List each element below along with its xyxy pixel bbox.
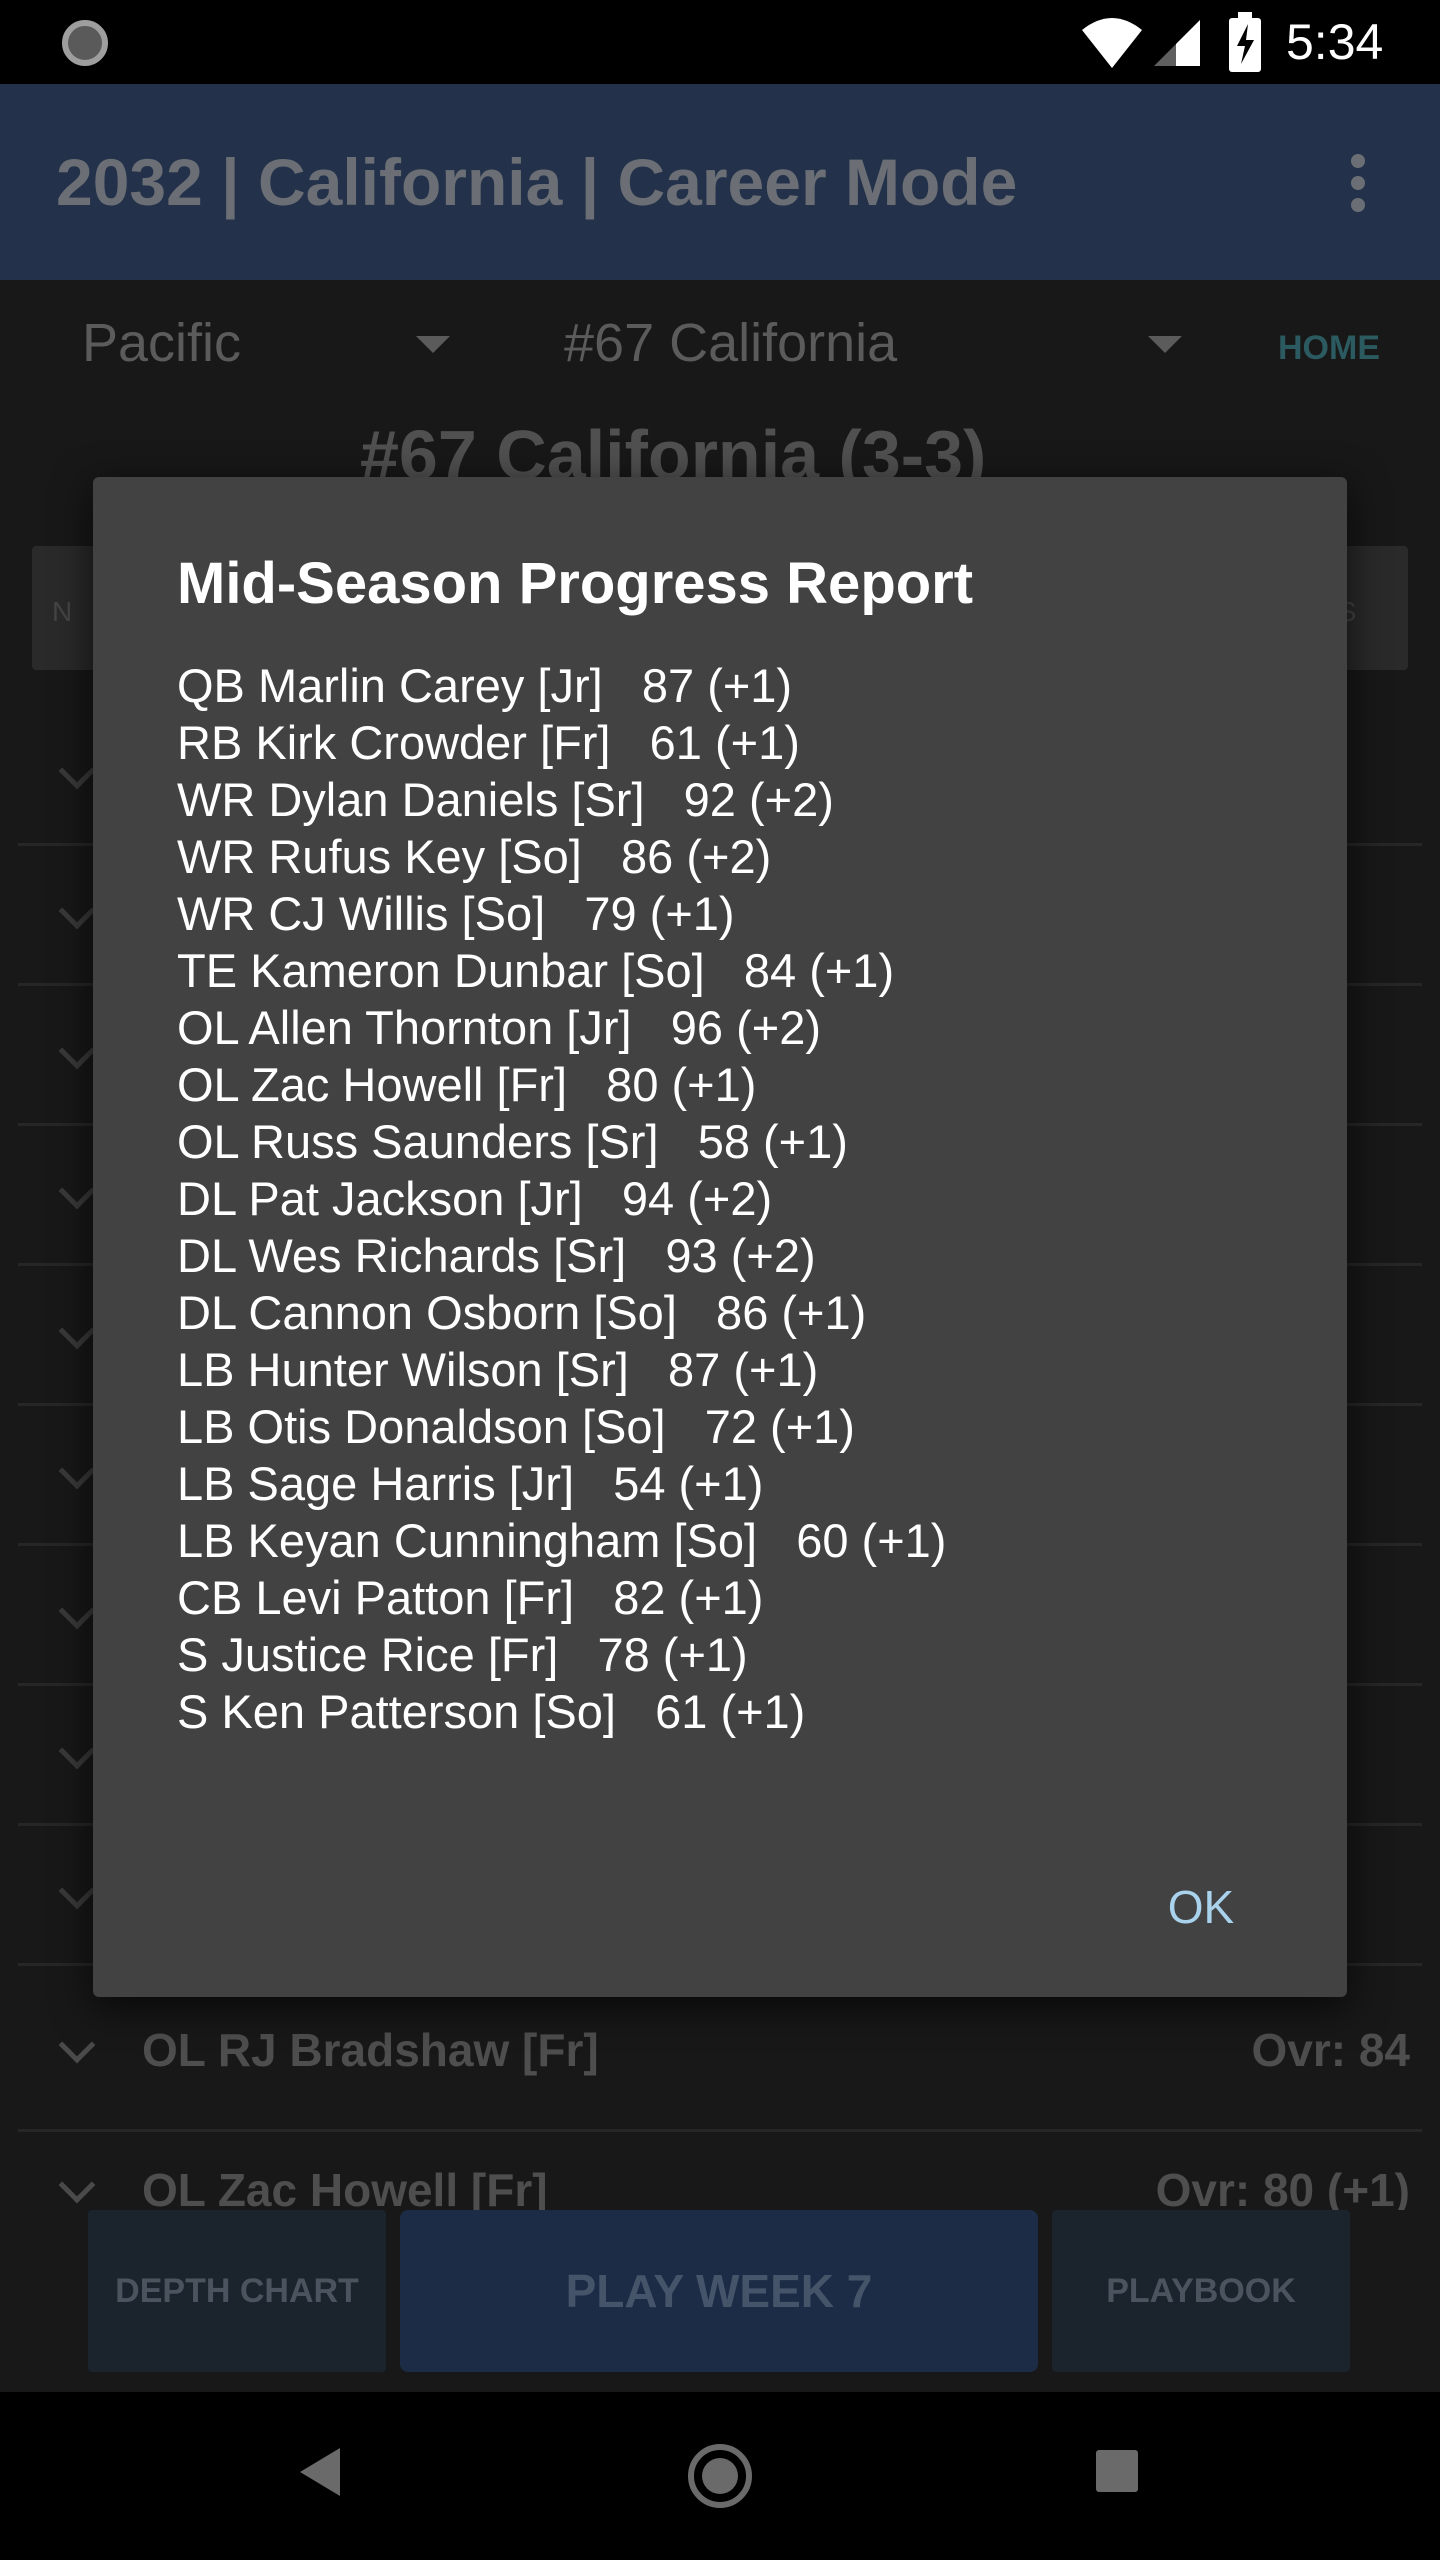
tab-strip-left-fragment: N	[52, 596, 73, 627]
more-vert-icon[interactable]	[1346, 154, 1370, 214]
list-item: LB Otis Donaldson [So] 72 (+1)	[177, 1400, 855, 1453]
list-item: DL Pat Jackson [Jr] 94 (+2)	[177, 1172, 773, 1225]
status-bar: 5:34	[0, 0, 1440, 84]
navigation-bar	[0, 2392, 1440, 2560]
status-time: 5:34	[1286, 14, 1384, 70]
list-item: RB Kirk Crowder [Fr] 61 (+1)	[177, 716, 800, 769]
list-item: CB Levi Patton [Fr] 82 (+1)	[177, 1571, 764, 1624]
chevron-down-icon	[58, 1872, 96, 1910]
battery-charging-icon	[1229, 12, 1261, 72]
list-item: OL Russ Saunders [Sr] 58 (+1)	[177, 1115, 848, 1168]
app-bar: 2032 | California | Career Mode	[0, 84, 1440, 280]
player-ovr: Ovr: 84	[1251, 2024, 1410, 2076]
list-item: WR Dylan Daniels [Sr] 92 (+2)	[177, 773, 834, 826]
list-item: S Justice Rice [Fr] 78 (+1)	[177, 1628, 748, 1681]
home-icon[interactable]	[688, 2444, 752, 2508]
table-row[interactable]: OL RJ Bradshaw [Fr] Ovr: 84	[18, 1992, 1422, 2132]
chevron-down-icon	[58, 1732, 96, 1770]
depth-chart-button[interactable]: DEPTH CHART	[88, 2210, 386, 2372]
list-item: DL Cannon Osborn [So] 86 (+1)	[177, 1286, 867, 1339]
player-name: OL Zac Howell [Fr]	[142, 2164, 548, 2210]
progress-report-dialog: Mid-Season Progress Report QB Marlin Car…	[93, 477, 1347, 1997]
chevron-down-icon	[58, 2026, 96, 2064]
list-item: LB Keyan Cunningham [So] 60 (+1)	[177, 1514, 947, 1567]
chevron-down-icon	[58, 892, 96, 930]
recents-icon[interactable]	[1096, 2450, 1138, 2492]
app-screen: 5:34 2032 | California | Career Mode Pac…	[0, 0, 1440, 2560]
list-item: S Ken Patterson [So] 61 (+1)	[177, 1685, 806, 1738]
signal-icon	[1154, 20, 1200, 66]
ok-button[interactable]: OK	[1141, 1867, 1261, 1947]
list-item: LB Hunter Wilson [Sr] 87 (+1)	[177, 1343, 819, 1396]
player-ovr: Ovr: 80 (+1)	[1155, 2164, 1410, 2210]
conference-chevron-down-icon	[416, 336, 450, 353]
list-item: LB Sage Harris [Jr] 54 (+1)	[177, 1457, 764, 1510]
player-name: OL RJ Bradshaw [Fr]	[142, 2024, 599, 2076]
chevron-down-icon	[58, 1172, 96, 1210]
progress-list: QB Marlin Carey [Jr] 87 (+1) RB Kirk Cro…	[177, 657, 1277, 1740]
chevron-down-icon	[58, 1592, 96, 1630]
chevron-down-icon	[58, 752, 96, 790]
list-item: WR CJ Willis [So] 79 (+1)	[177, 887, 735, 940]
list-item: WR Rufus Key [So] 86 (+2)	[177, 830, 772, 883]
chevron-down-icon	[58, 1032, 96, 1070]
team-chevron-down-icon	[1148, 336, 1182, 353]
list-item: QB Marlin Carey [Jr] 87 (+1)	[177, 659, 793, 712]
wifi-icon	[1082, 18, 1142, 68]
chevron-down-icon	[58, 2166, 96, 2204]
home-button[interactable]: HOME	[1278, 328, 1380, 368]
chevron-down-icon	[58, 1312, 96, 1350]
back-icon[interactable]	[300, 2448, 340, 2496]
conference-dropdown[interactable]: Pacific	[82, 300, 241, 386]
team-dropdown[interactable]: #67 California	[564, 300, 897, 386]
list-item: DL Wes Richards [Sr] 93 (+2)	[177, 1229, 816, 1282]
playbook-button[interactable]: PLAYBOOK	[1052, 2210, 1350, 2372]
dialog-title: Mid-Season Progress Report	[177, 551, 974, 616]
list-item: OL Allen Thornton [Jr] 96 (+2)	[177, 1001, 821, 1054]
chevron-down-icon	[58, 1452, 96, 1490]
app-title: 2032 | California | Career Mode	[56, 145, 1018, 219]
list-item: OL Zac Howell [Fr] 80 (+1)	[177, 1058, 757, 1111]
play-week-button[interactable]: PLAY WEEK 7	[400, 2210, 1038, 2372]
list-item: TE Kameron Dunbar [So] 84 (+1)	[177, 944, 895, 997]
sync-icon	[62, 20, 108, 66]
table-row[interactable]: OL Zac Howell [Fr] Ovr: 80 (+1)	[18, 2132, 1422, 2210]
